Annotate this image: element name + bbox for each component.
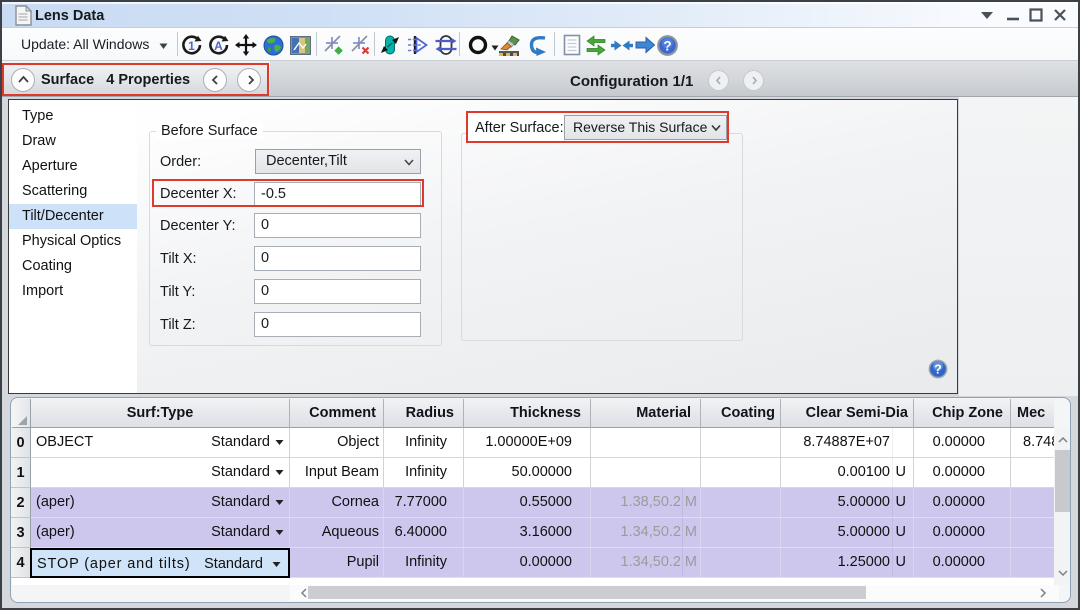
svg-text:?: ?	[663, 38, 671, 53]
svg-text:?: ?	[934, 363, 942, 377]
svg-text:A: A	[214, 39, 223, 53]
svg-text:1: 1	[188, 39, 195, 53]
